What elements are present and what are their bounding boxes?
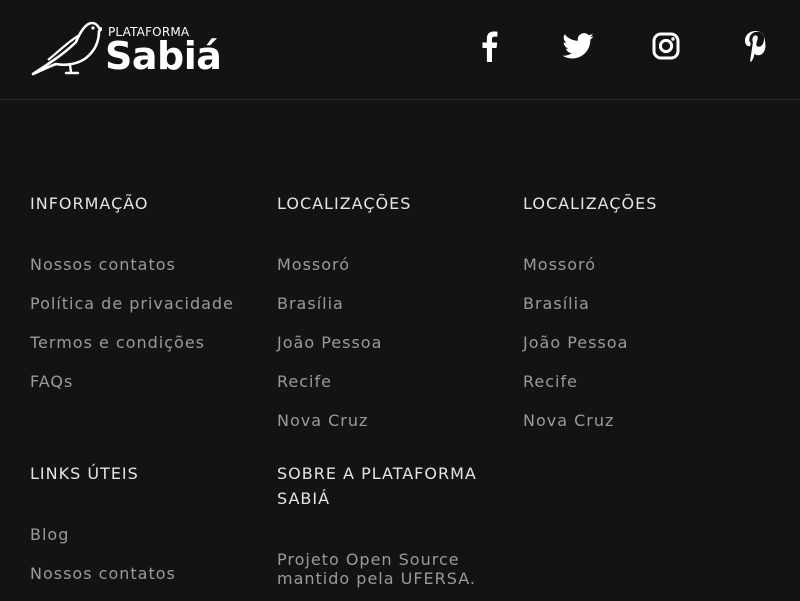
footer-link-recife[interactable]: Recife [277,372,332,391]
footer-list-info: Nossos contatos Política de privacidade … [30,253,234,409]
pinterest-link[interactable] [737,28,773,64]
footer-heading-locations: LOCALIZAÇÕES [277,194,412,213]
footer-column-locations-2: LOCALIZAÇÕES Mossoró Brasília João Pesso… [523,191,753,430]
logo-link[interactable]: PLATAFORMA Sabiá [30,20,222,80]
footer-heading-about: SOBRE A PLATAFORMA SABIÁ [277,464,477,508]
footer-heading-locations: LOCALIZAÇÕES [523,194,658,213]
facebook-icon [482,31,498,62]
footer-link-privacy[interactable]: Política de privacidade [30,294,234,313]
list-item: Brasília [277,292,382,331]
footer-link-nova-cruz[interactable]: Nova Cruz [277,411,368,430]
footer-link-terms[interactable]: Termos e condições [30,333,205,352]
instagram-icon [652,32,680,60]
footer-link-joao-pessoa[interactable]: João Pessoa [523,333,628,352]
footer-column-info: INFORMAÇÃO Nossos contatos Política de p… [30,191,260,391]
list-item: João Pessoa [277,331,382,370]
site-header: PLATAFORMA Sabiá [0,0,800,100]
list-item: Nossos contatos [30,562,176,601]
list-item: Mossoró [523,253,628,292]
list-item: Nossos contatos [30,253,234,292]
footer-link-nova-cruz[interactable]: Nova Cruz [523,411,614,430]
list-item: Política de privacidade [30,292,234,331]
twitter-link[interactable] [560,28,596,64]
footer-column-locations-1: LOCALIZAÇÕES Mossoró Brasília João Pesso… [277,191,507,430]
footer-link-brasilia[interactable]: Brasília [523,294,590,313]
footer-link-blog[interactable]: Blog [30,525,69,544]
footer-link-contacts[interactable]: Nossos contatos [30,564,176,583]
footer-list-locations: Mossoró Brasília João Pessoa Recife Nova… [277,253,382,448]
list-item: Nova Cruz [523,409,628,448]
sabia-bird-icon [31,21,102,76]
list-item: Nova Cruz [277,409,382,448]
logo-name: Sabiá [105,34,222,78]
list-item: FAQs [30,370,234,409]
twitter-icon [562,33,594,59]
footer-link-brasilia[interactable]: Brasília [277,294,344,313]
footer-link-joao-pessoa[interactable]: João Pessoa [277,333,382,352]
footer-link-faqs[interactable]: FAQs [30,372,73,391]
list-item: Mossoró [277,253,382,292]
pinterest-icon [745,31,766,62]
footer-link-mossoro[interactable]: Mossoró [523,255,596,274]
footer-heading-info: INFORMAÇÃO [30,194,149,213]
footer-link-mossoro[interactable]: Mossoró [277,255,350,274]
footer-about-text: Projeto Open Source mantido pela UFERSA. [277,550,476,588]
list-item: Brasília [523,292,628,331]
footer-link-recife[interactable]: Recife [523,372,578,391]
facebook-link[interactable] [471,28,507,64]
footer-list-useful-links: Blog Nossos contatos [30,523,176,601]
footer-column-useful-links: LINKS ÚTEIS Blog Nossos contatos [30,461,260,583]
footer-heading-useful-links: LINKS ÚTEIS [30,464,139,483]
list-item: Termos e condições [30,331,234,370]
instagram-link[interactable] [648,28,684,64]
footer-column-about: SOBRE A PLATAFORMA SABIÁ Projeto Open So… [277,461,507,588]
list-item: Blog [30,523,176,562]
list-item: Recife [523,370,628,409]
list-item: Recife [277,370,382,409]
footer-list-locations: Mossoró Brasília João Pessoa Recife Nova… [523,253,628,448]
list-item: João Pessoa [523,331,628,370]
footer-link-contacts[interactable]: Nossos contatos [30,255,176,274]
